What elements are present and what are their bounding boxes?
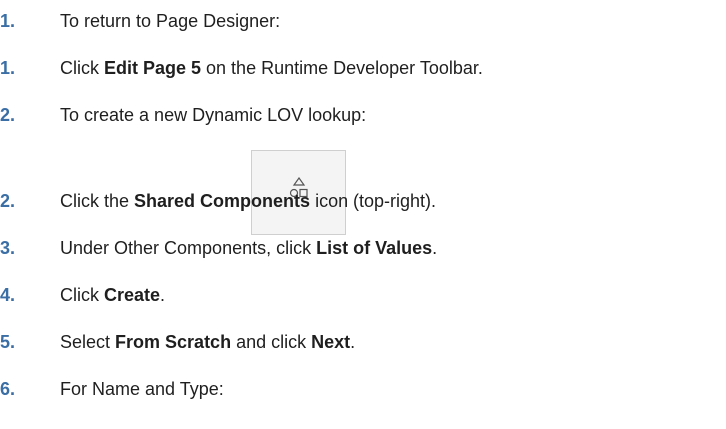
- step-text: Click the Shared Components icon: [60, 191, 349, 211]
- step-text: To create a new Dynamic LOV lookup:: [60, 105, 367, 125]
- bold-term: List of Values: [316, 238, 433, 258]
- step-number: 4.: [0, 285, 16, 305]
- step-text: Click Edit Page 5 on the Runtime Develop…: [60, 58, 483, 78]
- step-text: Click Create.: [60, 285, 166, 305]
- bold-term: Edit Page 5: [104, 58, 202, 78]
- step-number: 2.: [0, 191, 16, 211]
- bold-term: Next: [311, 332, 351, 352]
- bold-term: From Scratch: [115, 332, 232, 352]
- step-number: 5.: [0, 332, 16, 352]
- step-number: 1.: [0, 58, 16, 78]
- step-suffix: (top-right).: [353, 191, 437, 211]
- step-text: To return to Page Designer:: [60, 11, 281, 31]
- bold-term: Create: [104, 285, 161, 305]
- step-text: Select From Scratch and click Next.: [60, 332, 356, 352]
- step-number: 6.: [0, 379, 16, 399]
- bold-term: Shared Components: [134, 191, 311, 211]
- step-number: 2.: [0, 105, 16, 125]
- step-text: Under Other Components, click List of Va…: [60, 238, 438, 258]
- step-number: 1.: [0, 11, 16, 31]
- step-number: 3.: [0, 238, 16, 258]
- step-text: For Name and Type:: [60, 379, 224, 399]
